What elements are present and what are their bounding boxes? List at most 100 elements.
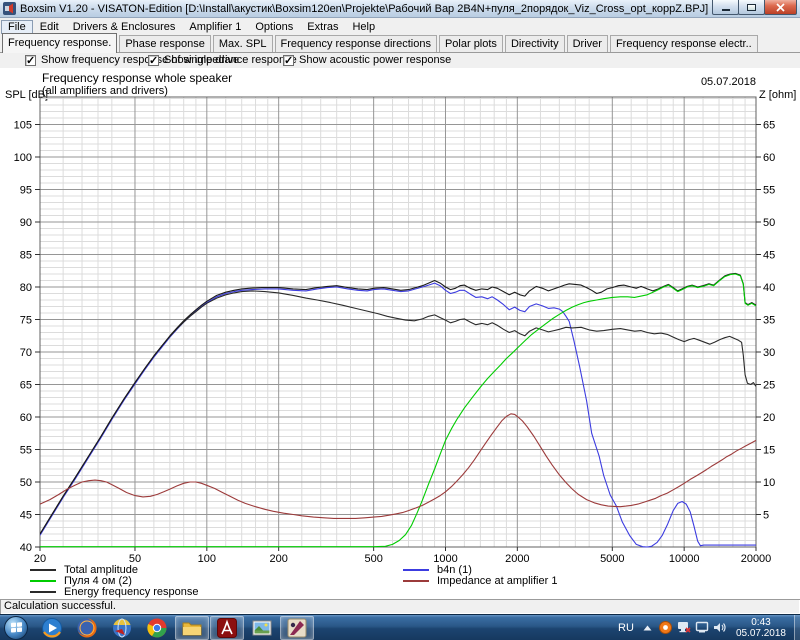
tab-bar: Frequency response. Phase response Max. … bbox=[0, 35, 800, 53]
checkbox-checked-icon[interactable] bbox=[148, 55, 159, 66]
checkbox-impedance[interactable]: Show impedance response bbox=[148, 54, 297, 66]
x-tick-label: 500 bbox=[364, 553, 382, 565]
x-tick-label: 200 bbox=[269, 553, 287, 565]
firefox-icon bbox=[76, 617, 98, 639]
menu-help[interactable]: Help bbox=[345, 20, 382, 34]
y-right-tick-label: 65 bbox=[763, 120, 775, 132]
legend-label: Impedance at amplifier 1 bbox=[437, 575, 557, 587]
taskbar-chrome-button[interactable] bbox=[140, 616, 174, 640]
x-tick-label: 5000 bbox=[600, 553, 624, 565]
y-left-tick-label: 75 bbox=[20, 315, 32, 327]
window-title: Boxsim V1.20 - VISATON-Edition [D:\Insta… bbox=[20, 3, 800, 15]
legend-item-impedance: Impedance at amplifier 1 bbox=[403, 575, 557, 587]
y-right-tick-label: 15 bbox=[763, 445, 775, 457]
y-left-tick-label: 45 bbox=[20, 510, 32, 522]
y-right-tick-label: 10 bbox=[763, 477, 775, 489]
legend-item-energy: Energy frequency response bbox=[30, 586, 199, 598]
taskbar-media-player-button[interactable] bbox=[35, 616, 69, 640]
clock-date: 05.07.2018 bbox=[736, 628, 786, 639]
project-app-icon bbox=[286, 617, 308, 639]
network-tray-icon[interactable] bbox=[676, 620, 692, 636]
y-left-tick-label: 60 bbox=[20, 412, 32, 424]
hidden-icons-button[interactable] bbox=[640, 620, 656, 636]
taskbar-firefox-button[interactable] bbox=[70, 616, 104, 640]
menu-amplifier-1[interactable]: Amplifier 1 bbox=[182, 20, 248, 34]
tab-directivity[interactable]: Directivity bbox=[505, 35, 565, 52]
y-right-tick-label: 45 bbox=[763, 250, 775, 262]
legend-swatch bbox=[30, 569, 56, 571]
x-tick-label: 100 bbox=[198, 553, 216, 565]
app-icon bbox=[3, 2, 16, 15]
menu-edit[interactable]: Edit bbox=[33, 20, 66, 34]
start-button[interactable] bbox=[4, 616, 28, 640]
menu-options[interactable]: Options bbox=[248, 20, 300, 34]
menu-drivers-enclosures[interactable]: Drivers & Enclosures bbox=[66, 20, 183, 34]
x-tick-label: 2000 bbox=[505, 553, 529, 565]
antivirus-tray-icon[interactable] bbox=[658, 620, 674, 636]
y-left-tick-label: 90 bbox=[20, 217, 32, 229]
y-left-tick-label: 85 bbox=[20, 250, 32, 262]
legend-swatch bbox=[403, 569, 429, 571]
display-tray-icon[interactable] bbox=[694, 620, 710, 636]
y-right-tick-label: 35 bbox=[763, 315, 775, 327]
minimize-icon bbox=[722, 9, 730, 11]
taskbar: RU 0:43 05.07.2018 bbox=[0, 614, 800, 640]
x-tick-label: 20000 bbox=[741, 553, 772, 565]
menu-file[interactable]: File bbox=[1, 20, 33, 34]
curve-energy-frequency-response bbox=[40, 291, 756, 534]
maximize-button[interactable] bbox=[738, 0, 765, 15]
checkbox-acoustic-power[interactable]: Show acoustic power response bbox=[283, 54, 451, 66]
y-right-tick-label: 60 bbox=[763, 152, 775, 164]
acrobat-icon bbox=[216, 617, 238, 639]
options-bar: Show frequency response of single drive … bbox=[0, 53, 800, 68]
y-left-tick-label: 100 bbox=[14, 152, 32, 164]
legend-swatch bbox=[30, 591, 56, 593]
taskbar-photo-viewer-button[interactable] bbox=[245, 616, 279, 640]
checkbox-checked-icon[interactable] bbox=[25, 55, 36, 66]
show-desktop-button[interactable] bbox=[794, 615, 800, 640]
taskbar-clock[interactable]: 0:43 05.07.2018 bbox=[730, 617, 792, 639]
clock-time: 0:43 bbox=[736, 617, 786, 628]
taskbar-project-app-button[interactable] bbox=[280, 616, 314, 640]
curve-impedance-at-amplifier-1 bbox=[40, 414, 756, 519]
checkbox-label: Show acoustic power response bbox=[299, 54, 451, 66]
legend-label: Energy frequency response bbox=[64, 586, 199, 598]
tab-max-spl[interactable]: Max. SPL bbox=[213, 35, 273, 52]
globe-browser-icon bbox=[111, 617, 133, 639]
menu-extras[interactable]: Extras bbox=[300, 20, 345, 34]
legend-swatch bbox=[30, 580, 56, 582]
y-left-tick-label: 105 bbox=[14, 120, 32, 132]
y-left-tick-label: 40 bbox=[20, 542, 32, 554]
y-right-tick-label: 40 bbox=[763, 282, 775, 294]
close-button[interactable] bbox=[764, 0, 797, 15]
y-left-tick-label: 50 bbox=[20, 477, 32, 489]
checkbox-label: Show impedance response bbox=[164, 54, 297, 66]
title-bar: Boxsim V1.20 - VISATON-Edition [D:\Insta… bbox=[0, 0, 800, 18]
tab-frequency-response-electrical[interactable]: Frequency response electr.. bbox=[610, 35, 758, 52]
checkbox-checked-icon[interactable] bbox=[283, 55, 294, 66]
volume-tray-icon[interactable] bbox=[712, 620, 728, 636]
y-left-tick-label: 80 bbox=[20, 282, 32, 294]
maximize-icon bbox=[747, 4, 756, 11]
tab-frequency-response-directions[interactable]: Frequency response directions bbox=[275, 35, 437, 52]
tab-driver[interactable]: Driver bbox=[567, 35, 608, 52]
y-right-tick-label: 50 bbox=[763, 217, 775, 229]
taskbar-globe-browser-button[interactable] bbox=[105, 616, 139, 640]
chart-svg: 4045505560657075808590951001055101520253… bbox=[0, 68, 800, 599]
chrome-icon bbox=[146, 617, 168, 639]
minimize-button[interactable] bbox=[712, 0, 739, 15]
x-tick-label: 10000 bbox=[669, 553, 700, 565]
language-indicator[interactable]: RU bbox=[612, 622, 640, 634]
tab-polar-plots[interactable]: Polar plots bbox=[439, 35, 503, 52]
tab-phase-response[interactable]: Phase response bbox=[119, 35, 211, 52]
menu-bar: File Edit Drivers & Enclosures Amplifier… bbox=[0, 18, 800, 35]
y-left-tick-label: 55 bbox=[20, 445, 32, 457]
photo-viewer-icon bbox=[251, 617, 273, 639]
y-right-tick-label: 5 bbox=[763, 510, 769, 522]
taskbar-explorer-button[interactable] bbox=[175, 616, 209, 640]
tab-frequency-response[interactable]: Frequency response. bbox=[2, 33, 117, 53]
taskbar-acrobat-button[interactable] bbox=[210, 616, 244, 640]
media-player-icon bbox=[41, 617, 63, 639]
status-bar: Calculation successful. bbox=[0, 599, 800, 614]
y-right-tick-label: 55 bbox=[763, 185, 775, 197]
